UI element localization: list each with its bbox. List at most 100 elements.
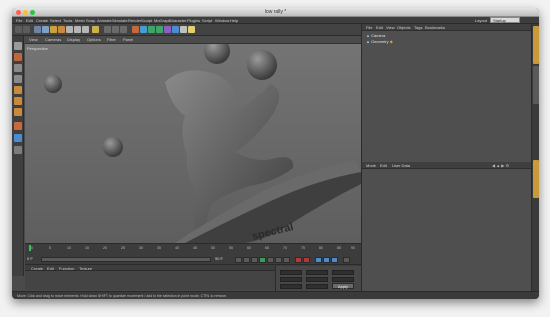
viewport-menu-filter[interactable]: Filter [107,37,116,42]
scene-icon[interactable] [172,26,179,33]
rotation-p-field[interactable] [332,277,354,282]
spline-icon[interactable] [140,26,147,33]
next-frame-icon[interactable] [267,257,274,263]
previous-key-icon[interactable] [243,257,250,263]
objects-tab[interactable] [533,26,539,64]
live-selection-icon[interactable] [34,26,41,33]
menu-simulate[interactable]: Simulate [112,18,128,23]
menu-file[interactable]: File [16,18,22,23]
previous-frame-icon[interactable] [251,257,258,263]
object-menu-view[interactable]: View [386,25,395,30]
position-x-field[interactable] [280,270,302,275]
object-menu-objects[interactable]: Objects [397,25,411,30]
texture-mode-icon[interactable] [14,64,22,72]
timeline[interactable]: 0 5 10 15 20 25 30 35 40 45 50 55 60 65 … [25,243,361,264]
redo-icon[interactable] [23,26,30,33]
tweak-mode-icon[interactable] [14,134,22,142]
undo-icon[interactable] [15,26,22,33]
menu-create[interactable]: Create [36,18,48,23]
menu-sculpt[interactable]: Sculpt [141,18,152,23]
rotate-icon[interactable] [58,26,65,33]
camera-icon[interactable] [180,26,187,33]
key-rotation-icon[interactable] [331,257,338,263]
next-key-icon[interactable] [275,257,282,263]
size-y-field[interactable] [306,277,328,282]
go-to-start-icon[interactable] [235,257,242,263]
model-mode-icon[interactable] [14,53,22,61]
menu-plugins[interactable]: Plugins [187,18,200,23]
material-menu-create[interactable]: Create [31,266,43,271]
menu-select[interactable]: Select [50,18,61,23]
make-editable-icon[interactable] [14,42,22,50]
edges-mode-icon[interactable] [14,97,22,105]
deformer-icon[interactable] [164,26,171,33]
attributes-menu-edit[interactable]: Edit [380,163,387,168]
size-z-field[interactable] [306,284,328,289]
viewport-menu-options[interactable]: Options [87,37,101,42]
record-icon[interactable] [295,257,302,263]
frame-range-slider[interactable] [41,257,211,262]
z-axis-icon[interactable] [82,26,89,33]
attributes-menu-mode[interactable]: Mode [366,163,376,168]
apply-button[interactable]: Apply [332,283,354,289]
render-picture-viewer-icon[interactable] [112,26,119,33]
timeline-options-icon[interactable] [343,257,350,263]
3d-viewport[interactable]: Perspective spectral [25,44,361,243]
menu-script[interactable]: Script [202,18,212,23]
object-menu-file[interactable]: File [366,25,372,30]
menu-animate[interactable]: Animate [97,18,112,23]
key-scale-icon[interactable] [323,257,330,263]
object-row[interactable]: ▲ Geometry ◆ [366,39,393,44]
material-menu-texture[interactable]: Texture [79,266,92,271]
structure-tab[interactable] [533,66,539,104]
end-frame-field[interactable]: 90 F [215,256,223,261]
menu-edit[interactable]: Edit [26,18,33,23]
attributes-tab[interactable] [533,160,539,198]
viewport-menu-view[interactable]: View [29,37,38,42]
menu-render[interactable]: Render [128,18,141,23]
object-row[interactable]: ▲ Camera [366,33,385,38]
go-to-end-icon[interactable] [283,257,290,263]
polygons-mode-icon[interactable] [14,108,22,116]
scale-icon[interactable] [50,26,57,33]
coordinate-system-icon[interactable] [92,26,99,33]
menu-snap[interactable]: Snap [86,18,95,23]
viewport-menu-panel[interactable]: Panel [123,37,133,42]
menu-window[interactable]: Window [215,18,229,23]
position-y-field[interactable] [280,277,302,282]
object-menu-edit[interactable]: Edit [376,25,383,30]
play-icon[interactable] [259,257,266,263]
menu-help[interactable]: Help [230,18,238,23]
layout-select[interactable]: Startup [490,17,520,23]
snapping-icon[interactable] [14,146,22,154]
render-settings-icon[interactable] [120,26,127,33]
menu-tools[interactable]: Tools [63,18,72,23]
start-frame-field[interactable]: 0 F [27,256,33,261]
render-view-icon[interactable] [104,26,111,33]
object-menu-tags[interactable]: Tags [414,25,422,30]
move-icon[interactable] [42,26,49,33]
object-menu-bookmarks[interactable]: Bookmarks [425,25,445,30]
y-axis-icon[interactable] [74,26,81,33]
key-position-icon[interactable] [315,257,322,263]
points-mode-icon[interactable] [14,86,22,94]
menu-character[interactable]: Character [169,18,187,23]
viewport-menu-cameras[interactable]: Cameras [45,37,61,42]
x-axis-icon[interactable] [66,26,73,33]
attributes-menu-user-data[interactable]: User Data [392,163,410,168]
rotation-h-field[interactable] [332,270,354,275]
axis-mode-icon[interactable] [14,122,22,130]
cube-icon[interactable] [132,26,139,33]
material-menu-edit[interactable]: Edit [47,266,54,271]
menu-mesh[interactable]: Mesh [75,18,85,23]
position-z-field[interactable] [280,284,302,289]
nurbs-icon[interactable] [148,26,155,33]
array-icon[interactable] [156,26,163,33]
autokey-icon[interactable] [303,257,310,263]
viewport-menu-display[interactable]: Display [67,37,80,42]
light-icon[interactable] [188,26,195,33]
workplane-mode-icon[interactable] [14,75,22,83]
size-x-field[interactable] [306,270,328,275]
attributes-nav-icons[interactable]: ◀ ▲ ▶ ⚙ [492,163,509,168]
material-menu-function[interactable]: Function [59,266,74,271]
